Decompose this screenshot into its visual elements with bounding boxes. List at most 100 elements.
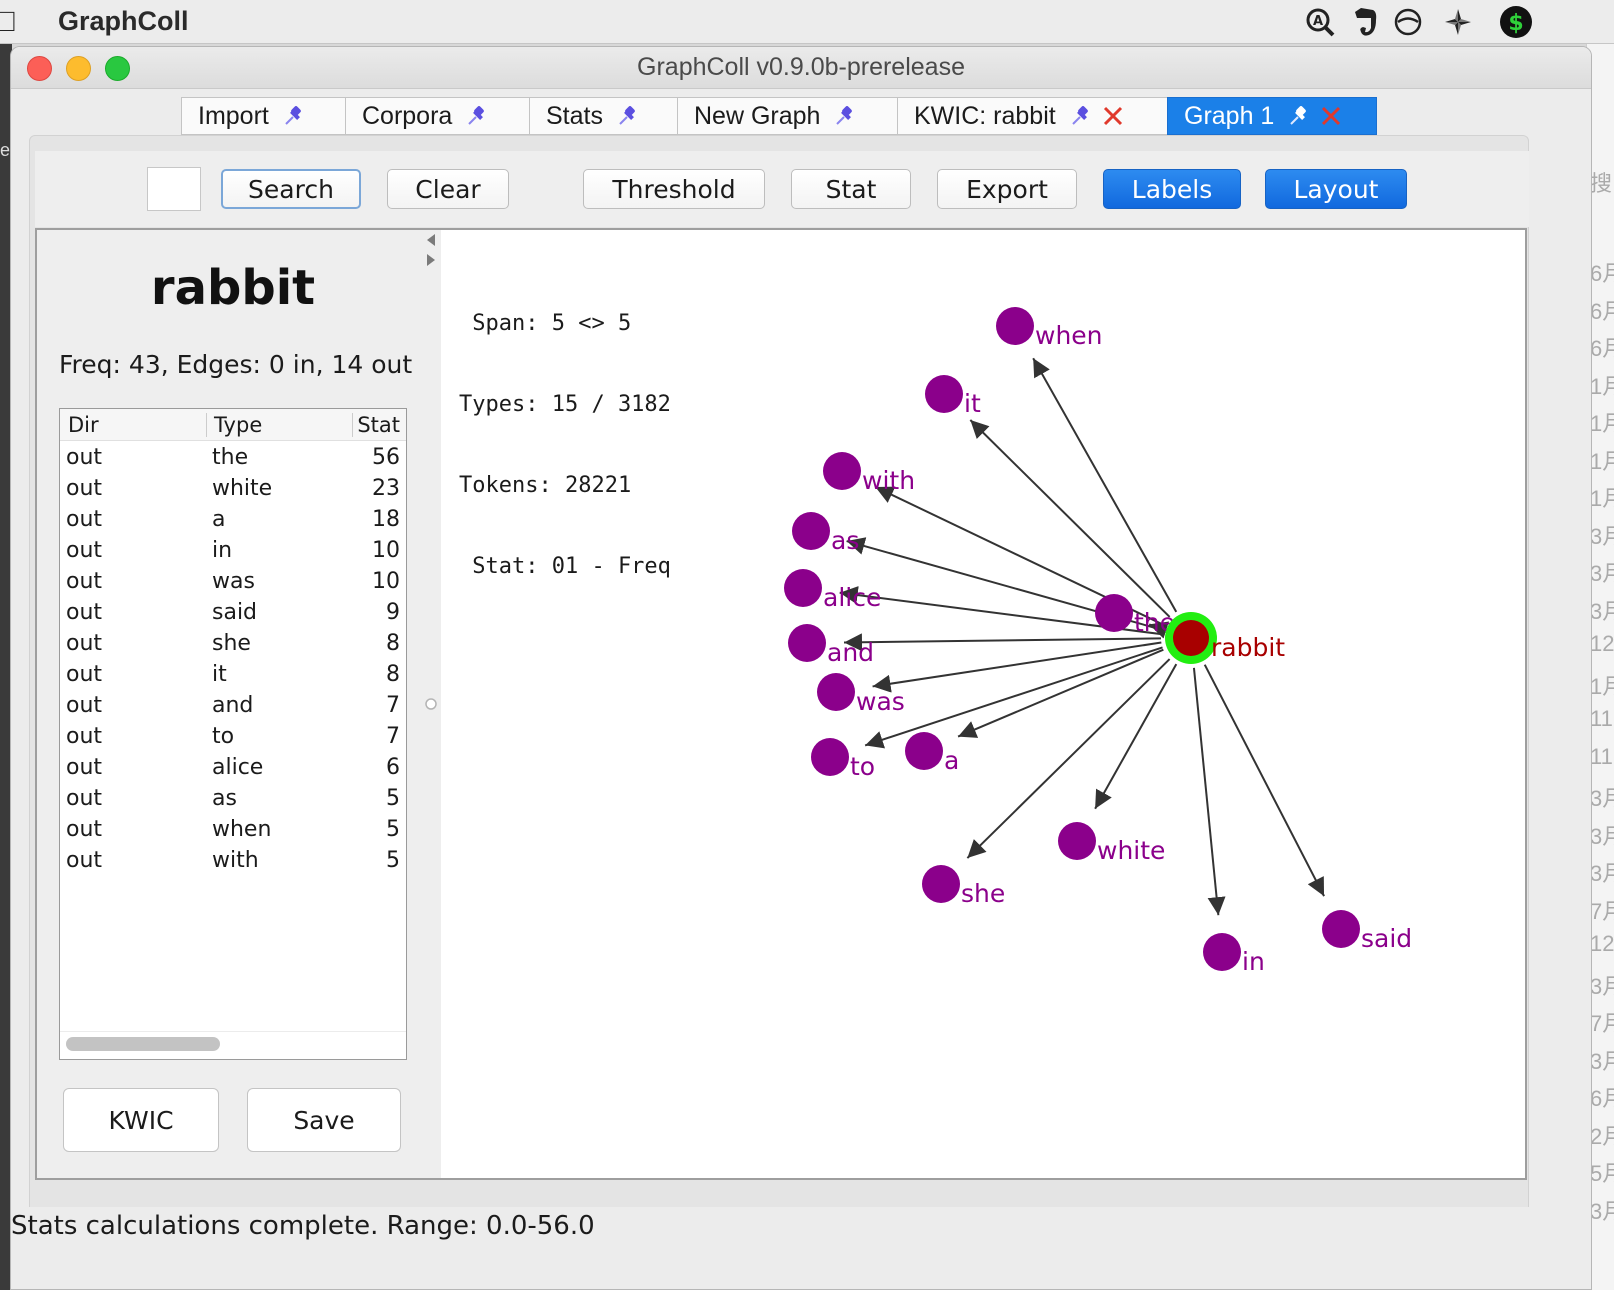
close-tab-icon[interactable] bbox=[1320, 105, 1342, 127]
clear-button[interactable]: Clear bbox=[387, 169, 509, 209]
bg-list-item: 7月 bbox=[1590, 1011, 1614, 1036]
table-row[interactable]: out was 10 bbox=[60, 567, 406, 598]
center-node-rabbit[interactable] bbox=[1173, 620, 1209, 656]
graph-node-alice[interactable] bbox=[784, 569, 822, 607]
collocation-graph-canvas[interactable]: Span: 5 <> 5 Types: 15 / 3182 Tokens: 28… bbox=[441, 230, 1525, 1178]
table-row[interactable]: out with 5 bbox=[60, 846, 406, 877]
table-row[interactable]: out said 9 bbox=[60, 598, 406, 629]
graph-node-and[interactable] bbox=[788, 624, 826, 662]
stat-button[interactable]: Stat bbox=[791, 169, 911, 209]
graph-node-label: in bbox=[1242, 947, 1265, 976]
graph-node-when[interactable] bbox=[996, 307, 1034, 345]
graph-node-as[interactable] bbox=[792, 512, 830, 550]
apple-logo-icon[interactable]:  bbox=[0, 6, 17, 38]
bg-list-item: 3月 bbox=[1590, 786, 1614, 811]
graph-node-the[interactable] bbox=[1095, 594, 1133, 632]
graph-node-white[interactable] bbox=[1058, 822, 1096, 860]
status-text: Stats calculations complete. Range: 0.0-… bbox=[11, 1211, 595, 1241]
cell-type: she bbox=[212, 631, 251, 656]
collapse-left-icon[interactable] bbox=[427, 234, 435, 246]
cell-type: the bbox=[212, 445, 249, 470]
table-row[interactable]: out she 8 bbox=[60, 629, 406, 660]
threshold-button[interactable]: Threshold bbox=[583, 169, 765, 209]
graph-toolbar: Search Clear Threshold Stat Export Label… bbox=[35, 151, 1529, 227]
graph-node-label: said bbox=[1361, 924, 1412, 953]
graph-svg[interactable]: whenitwithasalicetheandwasto awhitesheins… bbox=[441, 230, 1525, 1178]
bg-list-item: 5月 bbox=[1590, 1161, 1614, 1186]
horizontal-scrollbar-track bbox=[60, 1031, 406, 1059]
graph-node-it[interactable] bbox=[925, 375, 963, 413]
cell-dir: out bbox=[66, 569, 103, 594]
dollar-app-icon[interactable]: $ bbox=[1498, 4, 1534, 40]
graph-node-with[interactable] bbox=[823, 452, 861, 490]
cell-dir: out bbox=[66, 755, 103, 780]
cell-type: was bbox=[212, 569, 255, 594]
close-tab-icon[interactable] bbox=[1102, 105, 1124, 127]
bg-search-char: 搜 bbox=[1590, 171, 1613, 196]
table-row[interactable]: out the 56 bbox=[60, 443, 406, 474]
column-header-type[interactable]: Type bbox=[214, 413, 262, 437]
tab-0[interactable]: Import bbox=[181, 97, 345, 135]
graph-node-a[interactable] bbox=[905, 732, 943, 770]
column-header-stat[interactable]: Stat bbox=[357, 413, 400, 437]
save-button[interactable]: Save bbox=[247, 1088, 401, 1152]
tab-1[interactable]: Corpora bbox=[345, 97, 529, 135]
table-row[interactable]: out it 8 bbox=[60, 660, 406, 691]
cell-dir: out bbox=[66, 786, 103, 811]
search-button[interactable]: Search bbox=[221, 169, 361, 209]
labels-button[interactable]: Labels bbox=[1103, 169, 1241, 209]
table-row[interactable]: out white 23 bbox=[60, 474, 406, 505]
table-row[interactable]: out to 7 bbox=[60, 722, 406, 753]
divider-grip-icon[interactable] bbox=[425, 698, 437, 710]
title-bar[interactable]: GraphColl v0.9.0b-prerelease bbox=[11, 47, 1591, 89]
graph-node-was[interactable] bbox=[817, 673, 855, 711]
tab-4[interactable]: KWIC: rabbit bbox=[897, 97, 1167, 135]
pin-icon[interactable] bbox=[834, 105, 856, 127]
graph-node-label: when bbox=[1035, 321, 1103, 350]
table-row[interactable]: out as 5 bbox=[60, 784, 406, 815]
collapse-right-icon[interactable] bbox=[427, 254, 435, 266]
cell-dir: out bbox=[66, 476, 103, 501]
tab-2[interactable]: Stats bbox=[529, 97, 677, 135]
horizontal-scrollbar[interactable] bbox=[66, 1037, 220, 1051]
graph-node-in[interactable] bbox=[1203, 933, 1241, 971]
table-row[interactable]: out and 7 bbox=[60, 691, 406, 722]
tab-3[interactable]: New Graph bbox=[677, 97, 897, 135]
collocates-table[interactable]: Dir Type Stat out the 56 out white 23 out a 18 ou… bbox=[59, 408, 407, 1060]
pin-icon[interactable] bbox=[283, 105, 305, 127]
node-frequency-info: Freq: 43, Edges: 0 in, 14 out bbox=[59, 350, 413, 379]
graph-node-said[interactable] bbox=[1322, 910, 1360, 948]
pinwheel-icon[interactable] bbox=[1440, 4, 1476, 40]
cell-dir: out bbox=[66, 817, 103, 842]
table-row[interactable]: out alice 6 bbox=[60, 753, 406, 784]
edge-rabbit-a bbox=[957, 648, 1164, 738]
tab-label: Stats bbox=[546, 101, 603, 130]
pin-icon[interactable] bbox=[1288, 105, 1310, 127]
svg-text:A: A bbox=[1313, 14, 1323, 29]
layout-button[interactable]: Layout bbox=[1265, 169, 1407, 209]
split-pane-divider[interactable] bbox=[419, 230, 441, 1178]
evernote-icon[interactable] bbox=[1346, 4, 1382, 40]
export-button[interactable]: Export bbox=[937, 169, 1077, 209]
edge-rabbit-white bbox=[1094, 663, 1178, 810]
graph-node-to[interactable] bbox=[811, 738, 849, 776]
bg-list-item: 6月 bbox=[1590, 298, 1614, 324]
bg-list-item: 3月 bbox=[1590, 598, 1614, 624]
menu-app-name[interactable]: GraphColl bbox=[58, 6, 189, 37]
search-input[interactable] bbox=[147, 167, 201, 211]
cell-stat: 7 bbox=[386, 724, 400, 749]
graph-node-she[interactable] bbox=[922, 865, 960, 903]
pin-icon[interactable] bbox=[1070, 105, 1092, 127]
text-input-icon[interactable]: A bbox=[1302, 4, 1338, 40]
column-header-dir[interactable]: Dir bbox=[68, 413, 99, 437]
table-row[interactable]: out when 5 bbox=[60, 815, 406, 846]
cell-type: with bbox=[212, 848, 259, 873]
tab-5[interactable]: Graph 1 bbox=[1167, 97, 1377, 135]
pin-icon[interactable] bbox=[466, 105, 488, 127]
table-row[interactable]: out a 18 bbox=[60, 505, 406, 536]
cell-type: as bbox=[212, 786, 237, 811]
no-entry-icon[interactable] bbox=[1390, 4, 1426, 40]
pin-icon[interactable] bbox=[617, 105, 639, 127]
kwic-button[interactable]: KWIC bbox=[63, 1088, 219, 1152]
table-row[interactable]: out in 10 bbox=[60, 536, 406, 567]
